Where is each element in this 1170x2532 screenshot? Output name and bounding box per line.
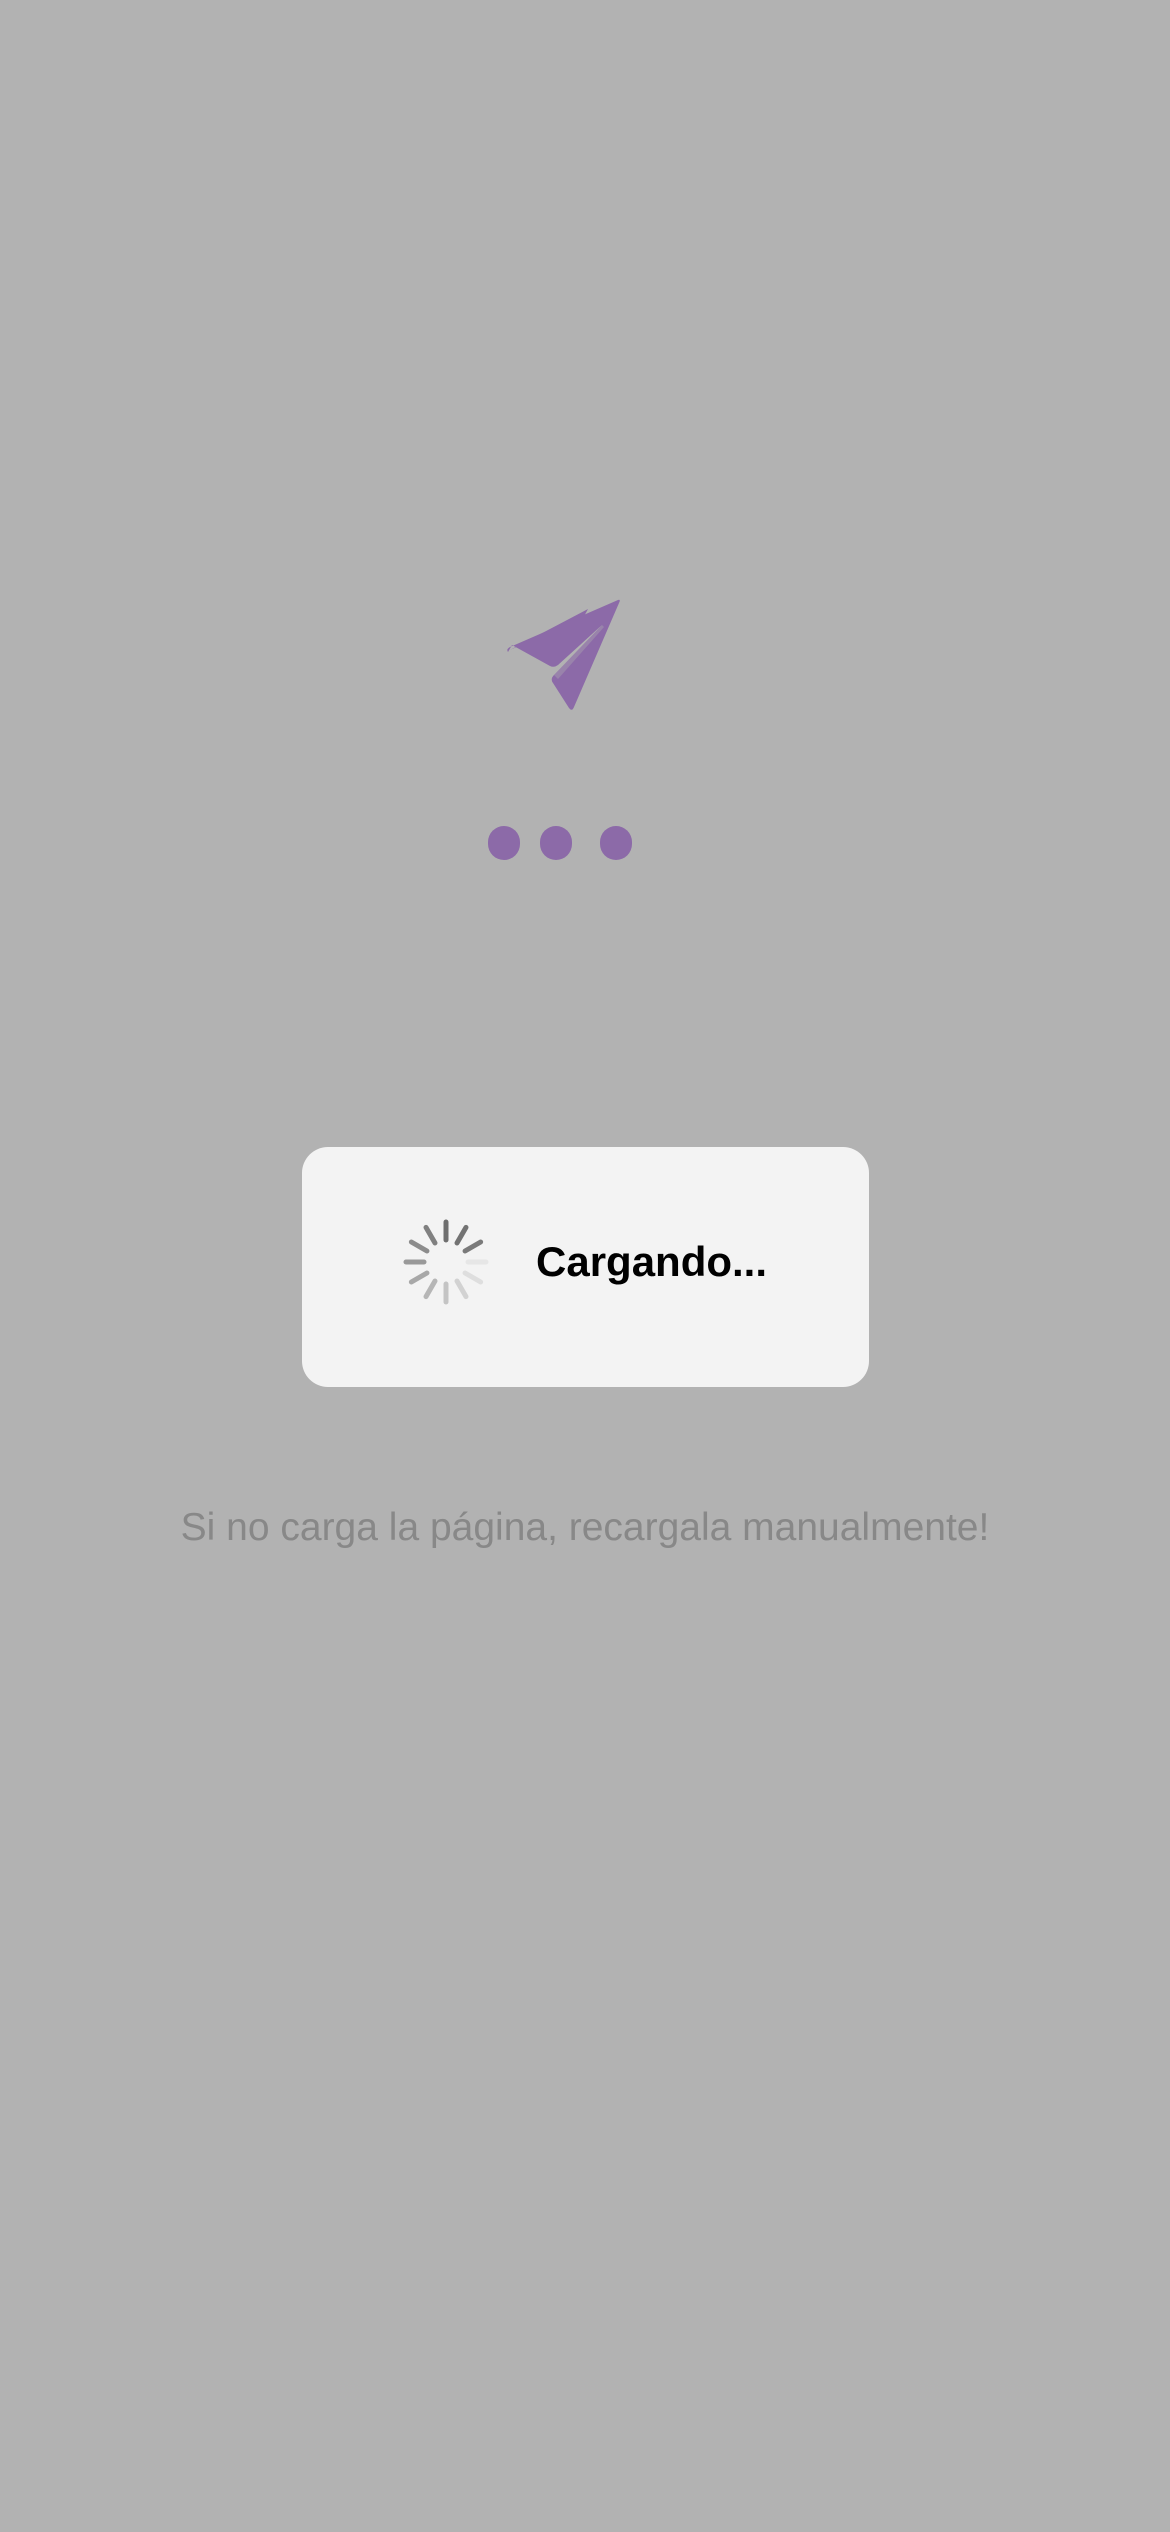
spinner-spoke [462,1239,484,1254]
progress-dot [488,826,520,860]
progress-dot [600,826,632,860]
spinner-spoke [423,1224,438,1246]
spinner-spoke [408,1270,430,1285]
loading-screen: Cargando... Si no carga la página, recar… [0,0,1170,2532]
spinner-spoke [454,1278,469,1300]
spinner-spoke [462,1270,484,1285]
progress-dots [486,826,636,860]
progress-dot [540,826,572,860]
reload-hint: Si no carga la página, recargala manualm… [180,1506,990,1549]
activity-spinner-icon [403,1219,489,1305]
spinner-spoke [408,1239,430,1254]
loading-dialog: Cargando... [302,1147,869,1387]
spinner-spoke [423,1278,438,1300]
loading-label: Cargando... [536,1238,768,1285]
spinner-spoke [454,1224,469,1246]
paper-plane-icon [507,599,620,710]
